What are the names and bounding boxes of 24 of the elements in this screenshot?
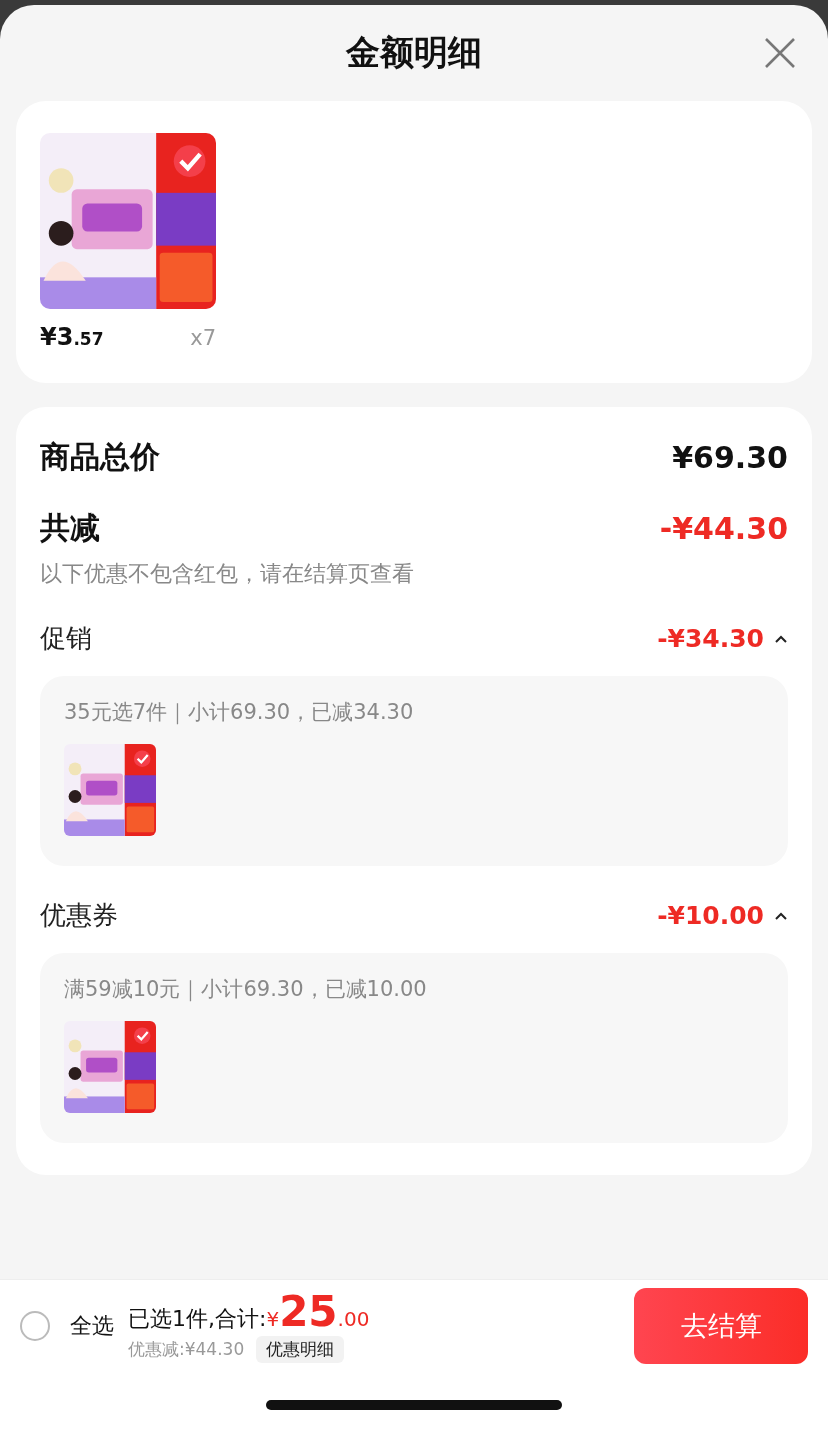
selected-summary: 已选1件,合计:: [128, 1304, 267, 1333]
quantity-label: x7: [190, 326, 216, 350]
detail-text: 35元选7件｜小计69.30，已减34.30: [64, 699, 415, 726]
total-value: ¥69.30: [672, 440, 788, 475]
checkout-button[interactable]: 去结算: [634, 1288, 808, 1364]
discount-detail-button[interactable]: 优惠明细: [256, 1335, 345, 1363]
sheet-title: 金额明细: [346, 31, 482, 74]
chevron-icon[interactable]: [774, 633, 788, 644]
detail-text: 满59减10元｜小计69.30，已减10.00: [64, 976, 428, 1003]
select-all-label[interactable]: 全选: [70, 1311, 114, 1341]
discount-summary: 优惠减:¥44.30: [128, 1337, 245, 1361]
chevron-icon[interactable]: [774, 910, 788, 921]
reduce-value: -¥44.30: [659, 511, 788, 546]
discount-value: -¥10.00: [657, 901, 764, 930]
discount-label: 优惠券: [40, 899, 118, 932]
product-price: ¥3.57: [40, 323, 104, 351]
discount-label: 促销: [40, 622, 92, 655]
total-price: ¥25.00: [266, 1289, 370, 1334]
select-all-checkbox[interactable]: [20, 1311, 50, 1341]
total-label: 商品总价: [40, 438, 160, 476]
close-icon[interactable]: [764, 37, 796, 69]
discount-value: -¥34.30: [657, 624, 764, 653]
reduce-label: 共减: [40, 509, 100, 547]
note-text: 以下优惠不包含红包，请在结算页查看: [40, 560, 415, 588]
